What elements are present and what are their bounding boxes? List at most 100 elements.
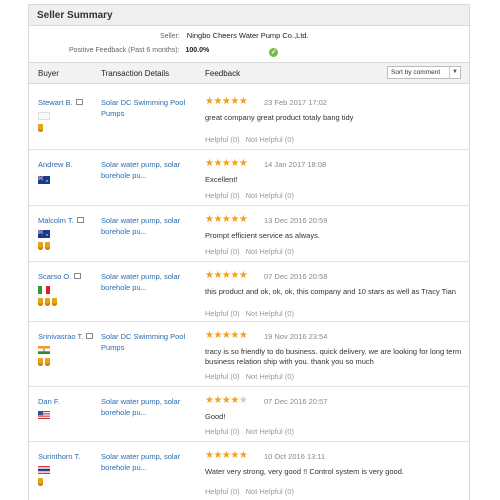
medal-icon bbox=[38, 242, 43, 250]
product-link[interactable]: Solar water pump, solar borehole pu... bbox=[101, 159, 201, 181]
buyer-name[interactable]: Scarso O. bbox=[38, 272, 82, 281]
helpful-link[interactable]: Helpful (0) bbox=[205, 427, 240, 436]
buyer-name[interactable]: Surinthorn T. bbox=[38, 452, 80, 461]
positive-feedback-label: Positive Feedback (Past 6 months): bbox=[69, 47, 180, 54]
medal-icon bbox=[45, 358, 50, 366]
feedback-row: Surinthorn T. Solar water pump, solar bor… bbox=[29, 442, 469, 500]
positive-feedback-row: Positive Feedback (Past 6 months): 100.0… bbox=[69, 47, 279, 57]
helpful-link[interactable]: Helpful (0) bbox=[205, 247, 240, 256]
star-rating-icon: ★★★★★ bbox=[205, 214, 248, 225]
buyer-name[interactable]: Andrew B. bbox=[38, 160, 73, 169]
buyer-name[interactable]: Srinivasrao T. bbox=[38, 332, 94, 341]
feedback-date: 07 Dec 2016 20:58 bbox=[264, 272, 328, 281]
buyer-name[interactable]: Malcolm T. bbox=[38, 216, 84, 225]
seller-label: Seller: bbox=[160, 33, 180, 40]
check-circle-icon: ✓ bbox=[269, 48, 279, 57]
helpful-votes: Helpful (0) Not Helpful (0) bbox=[205, 309, 300, 318]
column-header-buyer: Buyer bbox=[38, 69, 59, 78]
star-rating-icon: ★★★★★ bbox=[205, 450, 248, 461]
seller-info: Seller: Ningbo Cheers Water Pump Co.,Ltd… bbox=[29, 26, 469, 62]
feedback-row: Srinivasrao T. Solar DC Swimming Pool Pum… bbox=[29, 322, 469, 387]
helpful-votes: Helpful (0) Not Helpful (0) bbox=[205, 372, 300, 381]
medal-icon bbox=[38, 358, 43, 366]
helpful-link[interactable]: Helpful (0) bbox=[205, 309, 240, 318]
feedback-date: 14 Jan 2017 18:08 bbox=[264, 160, 327, 169]
feedback-date: 23 Feb 2017 17:02 bbox=[264, 98, 327, 107]
feedback-date: 07 Dec 2016 20:57 bbox=[264, 397, 328, 406]
feedback-comment: Excellent! bbox=[205, 175, 238, 184]
chevron-down-icon: ▼ bbox=[449, 67, 460, 78]
product-link[interactable]: Solar water pump, solar borehole pu... bbox=[101, 396, 201, 418]
not-helpful-link[interactable]: Not Helpful (0) bbox=[246, 309, 294, 318]
star-rating-icon: ★★★★★ bbox=[205, 270, 248, 281]
product-link[interactable]: Solar water pump, solar borehole pu... bbox=[101, 451, 201, 473]
product-link[interactable]: Solar DC Swimming Pool Pumps bbox=[101, 97, 201, 119]
buyer-level-medals bbox=[38, 478, 45, 488]
helpful-votes: Helpful (0) Not Helpful (0) bbox=[205, 427, 300, 436]
feedback-comment: tracy is so friendly to do business. qui… bbox=[205, 347, 462, 366]
feedback-comment: Water very strong, very good !! Control … bbox=[205, 467, 404, 476]
helpful-votes: Helpful (0) Not Helpful (0) bbox=[205, 487, 300, 496]
seller-summary-panel: Seller Summary Seller: Ningbo Cheers Wat… bbox=[28, 4, 470, 500]
medal-icon bbox=[45, 298, 50, 306]
product-link[interactable]: Solar water pump, solar borehole pu... bbox=[101, 271, 201, 293]
country-flag-icon bbox=[37, 175, 50, 184]
feedback-comment: this product and ok, ok, ok, this compan… bbox=[205, 287, 456, 296]
feedback-date: 19 Nov 2016 23:54 bbox=[264, 332, 328, 341]
seller-summary-title: Seller Summary bbox=[29, 5, 469, 26]
feedback-row: Malcolm T. Solar water pump, solar boreho… bbox=[29, 206, 469, 262]
medal-icon bbox=[38, 478, 43, 486]
feedback-row: Stewart B. Solar DC Swimming Pool Pumps ★★… bbox=[29, 88, 469, 150]
positive-feedback-value: 100.0% bbox=[185, 47, 210, 54]
buyer-level-medals bbox=[38, 358, 52, 368]
helpful-link[interactable]: Helpful (0) bbox=[205, 487, 240, 496]
feedback-row: Scarso O. Solar water pump, solar borehol… bbox=[29, 262, 469, 322]
medal-icon bbox=[52, 298, 57, 306]
seller-name: Ningbo Cheers Water Pump Co.,Ltd. bbox=[186, 31, 309, 40]
column-header-feedback: Feedback bbox=[205, 69, 241, 78]
feedback-comment: Good! bbox=[205, 412, 226, 421]
buyer-name[interactable]: Stewart B. bbox=[38, 98, 83, 107]
helpful-link[interactable]: Helpful (0) bbox=[205, 135, 240, 144]
country-flag-icon bbox=[38, 466, 50, 474]
not-helpful-link[interactable]: Not Helpful (0) bbox=[246, 487, 294, 496]
feedback-row: Dan F. Solar water pump, solar borehole p… bbox=[29, 387, 469, 442]
contact-card-icon[interactable] bbox=[75, 99, 83, 105]
buyer-level-medals bbox=[38, 242, 52, 252]
not-helpful-link[interactable]: Not Helpful (0) bbox=[246, 372, 294, 381]
helpful-votes: Helpful (0) Not Helpful (0) bbox=[205, 135, 300, 144]
star-rating-icon: ★★★★★ bbox=[205, 330, 248, 341]
medal-icon bbox=[38, 124, 43, 132]
product-link[interactable]: Solar DC Swimming Pool Pumps bbox=[101, 331, 201, 353]
medal-icon bbox=[38, 298, 43, 306]
product-link[interactable]: Solar water pump, solar borehole pu... bbox=[101, 215, 201, 237]
feedback-comment: great company great product totaly bang … bbox=[205, 113, 354, 122]
not-helpful-link[interactable]: Not Helpful (0) bbox=[246, 135, 294, 144]
country-flag-icon bbox=[37, 229, 50, 238]
country-flag-icon bbox=[38, 286, 50, 294]
seller-row: Seller: Ningbo Cheers Water Pump Co.,Ltd… bbox=[160, 31, 309, 40]
feedback-date: 10 Oct 2016 13:11 bbox=[264, 452, 326, 461]
helpful-votes: Helpful (0) Not Helpful (0) bbox=[205, 247, 300, 256]
not-helpful-link[interactable]: Not Helpful (0) bbox=[246, 247, 294, 256]
star-rating-icon: ★★★★★ bbox=[205, 96, 248, 107]
sort-dropdown-label: Sort by comment bbox=[391, 69, 441, 76]
buyer-name[interactable]: Dan F. bbox=[38, 397, 60, 406]
feedback-row: Andrew B. Solar water pump, solar borehol… bbox=[29, 150, 469, 206]
medal-icon bbox=[45, 242, 50, 250]
country-flag-icon bbox=[38, 112, 50, 120]
country-flag-icon bbox=[38, 411, 50, 419]
contact-card-icon[interactable] bbox=[76, 217, 84, 223]
not-helpful-link[interactable]: Not Helpful (0) bbox=[246, 427, 294, 436]
table-header: Buyer Transaction Details Feedback Sort … bbox=[29, 62, 469, 84]
buyer-level-medals bbox=[38, 298, 59, 308]
not-helpful-link[interactable]: Not Helpful (0) bbox=[246, 191, 294, 200]
buyer-level-medals bbox=[38, 124, 45, 134]
helpful-link[interactable]: Helpful (0) bbox=[205, 191, 240, 200]
sort-dropdown[interactable]: Sort by comment ▼ bbox=[387, 66, 461, 79]
helpful-link[interactable]: Helpful (0) bbox=[205, 372, 240, 381]
country-flag-icon bbox=[38, 346, 50, 354]
contact-card-icon[interactable] bbox=[86, 333, 94, 339]
contact-card-icon[interactable] bbox=[74, 273, 82, 279]
feedback-date: 13 Dec 2016 20:59 bbox=[264, 216, 328, 225]
